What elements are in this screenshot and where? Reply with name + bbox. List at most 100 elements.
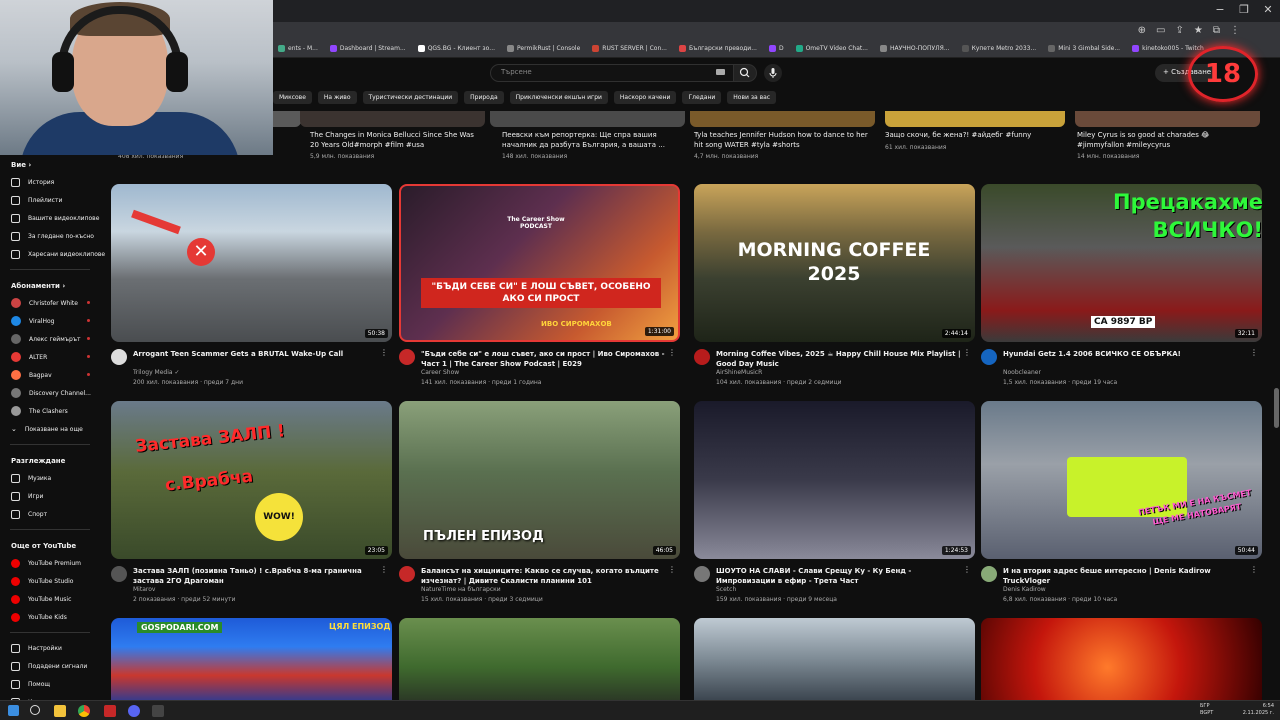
shorts-thumbnail[interactable] bbox=[1075, 111, 1260, 127]
video-title[interactable]: Застава ЗАЛП (позивна Таньо) ! с.Врабча … bbox=[133, 566, 383, 586]
video-thumbnail[interactable] bbox=[694, 618, 975, 700]
bookmark-item[interactable]: Dashboard | Stream... bbox=[324, 42, 412, 57]
channel-name[interactable]: Mitarov bbox=[133, 586, 155, 593]
shorts-title[interactable]: Пеевски към репортерка: Ще спра вашия на… bbox=[502, 130, 687, 150]
filter-chip[interactable]: Наскоро качени bbox=[613, 91, 677, 104]
sidebar-item[interactable]: Подадени сигнали bbox=[0, 657, 100, 675]
video-thumbnail[interactable]: ПЕТЪК МИ Е НА КЪСМЕТ ЩЕ МЕ НАТОВАРЯТ 50:4… bbox=[981, 401, 1262, 559]
channel-name[interactable]: Noobcleaner bbox=[1003, 369, 1041, 376]
video-title[interactable]: Hyundai Getz 1.4 2006 ВСИЧКО СЕ ОБЪРКА! bbox=[1003, 349, 1253, 359]
menu-icon[interactable]: ⋮ bbox=[1230, 25, 1240, 36]
video-card[interactable]: Прецакахме ВСИЧКО! CA 9897 BP 32:11 Hyundai… bbox=[981, 184, 1262, 394]
shorts-title[interactable]: Tyla teaches Jennifer Hudson how to danc… bbox=[694, 130, 869, 150]
app-icon[interactable] bbox=[104, 705, 116, 717]
filter-chip[interactable]: Туристически дестинации bbox=[362, 91, 459, 104]
channel-name[interactable]: Trilogy Media ✓ bbox=[133, 369, 179, 376]
bookmark-item[interactable]: PermikRust | Console bbox=[501, 42, 586, 57]
bookmark-item[interactable]: Mini 3 Gimbal Side... bbox=[1042, 42, 1126, 57]
more-options-icon[interactable]: ⋮ bbox=[963, 348, 971, 357]
filter-chip[interactable]: Природа bbox=[464, 91, 504, 104]
sidebar-item[interactable]: За гледане по-късно bbox=[0, 227, 100, 245]
channel-avatar[interactable] bbox=[399, 566, 415, 582]
video-card-partial[interactable] bbox=[399, 618, 680, 700]
shorts-title[interactable]: Miley Cyrus is so good at charades 😂 #ji… bbox=[1077, 130, 1252, 150]
voice-search-button[interactable] bbox=[764, 64, 782, 82]
sidebar-item[interactable]: YouTube Music bbox=[0, 590, 100, 608]
subscription-item[interactable]: Christofer White bbox=[0, 294, 100, 312]
sidebar-item[interactable]: Настройки bbox=[0, 639, 100, 657]
sidebar-item[interactable]: Плейлисти bbox=[0, 191, 100, 209]
video-thumbnail[interactable]: The Career Show PODCAST "БЪДИ СЕБЕ СИ" Е … bbox=[399, 184, 680, 342]
channel-avatar[interactable] bbox=[111, 349, 127, 365]
bookmark-item[interactable]: QGS.BG - Клиент зо... bbox=[412, 42, 501, 57]
sidebar-show-more[interactable]: ⌄ Показване на още bbox=[0, 420, 100, 438]
search-button[interactable] bbox=[733, 64, 757, 82]
video-card[interactable]: The Career Show PODCAST "БЪДИ СЕБЕ СИ" Е … bbox=[399, 184, 680, 394]
video-title[interactable]: Morning Coffee Vibes, 2025 ☕ Happy Chill… bbox=[716, 349, 966, 369]
subscription-item[interactable]: Bagpav bbox=[0, 366, 100, 384]
filter-chip[interactable]: Миксове bbox=[273, 91, 312, 104]
video-card-partial[interactable]: GOSPODARI.COM ЦЯЛ ЕПИЗОД bbox=[111, 618, 392, 700]
sidebar-item[interactable]: YouTube Premium bbox=[0, 554, 100, 572]
sidebar-item[interactable]: Харесани видеоклипове bbox=[0, 245, 105, 263]
share-icon[interactable]: ⇪ bbox=[1176, 25, 1184, 36]
video-thumbnail[interactable]: ПЪЛЕН ЕПИЗОД 46:05 bbox=[399, 401, 680, 559]
channel-name[interactable]: Scetch bbox=[716, 586, 736, 593]
subscription-item[interactable]: The Clashers bbox=[0, 402, 100, 420]
minimize-icon[interactable]: − bbox=[1208, 3, 1232, 16]
sidebar-item[interactable]: Вашите видеоклипове bbox=[0, 209, 100, 227]
search-input[interactable]: Търсене bbox=[490, 64, 734, 82]
channel-avatar[interactable] bbox=[981, 349, 997, 365]
filter-chip[interactable]: На живо bbox=[317, 91, 357, 104]
filter-chip[interactable]: Нови за вас bbox=[727, 91, 777, 104]
subscription-item[interactable]: ViralHog bbox=[0, 312, 100, 330]
more-options-icon[interactable]: ⋮ bbox=[380, 348, 388, 357]
video-title[interactable]: Балансът на хищниците: Какво се случва, … bbox=[421, 566, 671, 586]
cast-icon[interactable]: ▭ bbox=[1156, 25, 1165, 36]
channel-avatar[interactable] bbox=[694, 566, 710, 582]
language-indicator[interactable]: БГР BGPT bbox=[1200, 703, 1213, 717]
video-thumbnail[interactable] bbox=[981, 618, 1262, 700]
sidebar-item[interactable]: Спорт bbox=[0, 505, 100, 523]
more-options-icon[interactable]: ⋮ bbox=[380, 565, 388, 574]
video-thumbnail[interactable]: GOSPODARI.COM ЦЯЛ ЕПИЗОД bbox=[111, 618, 392, 700]
app-icon[interactable] bbox=[152, 705, 164, 717]
shorts-thumbnail[interactable] bbox=[885, 111, 1065, 127]
video-card[interactable]: ✕ 50:38 Arrogant Teen Scammer Gets a BRUTA… bbox=[111, 184, 392, 394]
more-options-icon[interactable]: ⋮ bbox=[1250, 565, 1258, 574]
video-thumbnail[interactable]: Застава ЗАЛП ! с.Врабча WOW! 23:05 bbox=[111, 401, 392, 559]
sidebar-item[interactable]: История bbox=[0, 173, 100, 191]
video-title[interactable]: ШОУТО НА СЛАВИ - Слави Срещу Ку - Ку Бен… bbox=[716, 566, 966, 586]
channel-avatar[interactable] bbox=[111, 566, 127, 582]
filter-chip[interactable]: Гледани bbox=[682, 91, 722, 104]
sidebar-item[interactable]: Помощ bbox=[0, 675, 100, 693]
star-icon[interactable]: ★ bbox=[1194, 25, 1203, 36]
bookmark-item[interactable]: Български преводи... bbox=[673, 42, 763, 57]
video-card[interactable]: ПЕТЪК МИ Е НА КЪСМЕТ ЩЕ МЕ НАТОВАРЯТ 50:4… bbox=[981, 401, 1262, 611]
zoom-icon[interactable]: ⊕ bbox=[1138, 25, 1146, 36]
subscription-item[interactable]: Discovery Channel... bbox=[0, 384, 100, 402]
close-icon[interactable]: ✕ bbox=[1256, 3, 1280, 16]
video-thumbnail[interactable]: ✕ 50:38 bbox=[111, 184, 392, 342]
bookmark-item[interactable]: Купете Metro 2033... bbox=[956, 42, 1043, 57]
video-thumbnail[interactable] bbox=[399, 618, 680, 700]
chrome-icon[interactable] bbox=[78, 705, 90, 717]
maximize-icon[interactable]: ❐ bbox=[1232, 3, 1256, 16]
sidebar-item[interactable]: YouTube Kids bbox=[0, 608, 100, 626]
shorts-thumbnail[interactable] bbox=[690, 111, 875, 127]
bookmark-item[interactable]: D bbox=[763, 42, 790, 57]
scrollbar-thumb[interactable] bbox=[1274, 388, 1279, 428]
video-card[interactable]: Застава ЗАЛП ! с.Врабча WOW! 23:05 Застава З… bbox=[111, 401, 392, 611]
channel-avatar[interactable] bbox=[981, 566, 997, 582]
video-thumbnail[interactable]: 1:24:53 bbox=[694, 401, 975, 559]
channel-name[interactable]: AirShineMusicR bbox=[716, 369, 762, 376]
discord-icon[interactable] bbox=[128, 705, 140, 717]
shorts-title[interactable]: The Changes in Monica Bellucci Since She… bbox=[310, 130, 485, 150]
shorts-thumbnail[interactable] bbox=[490, 111, 685, 127]
shorts-thumbnail[interactable] bbox=[300, 111, 485, 127]
channel-avatar[interactable] bbox=[694, 349, 710, 365]
more-options-icon[interactable]: ⋮ bbox=[963, 565, 971, 574]
sidebar-subscriptions-header[interactable]: Абонаменти › bbox=[0, 276, 100, 294]
windows-start-icon[interactable] bbox=[8, 705, 19, 716]
page-scrollbar[interactable] bbox=[1272, 88, 1280, 700]
